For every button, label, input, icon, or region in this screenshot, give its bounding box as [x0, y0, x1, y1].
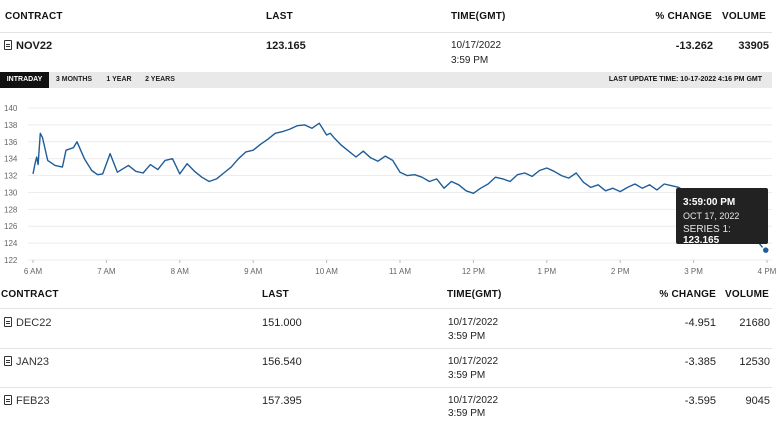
y-tick-label: 126 [4, 222, 18, 231]
contract-label: JAN23 [16, 356, 50, 368]
contract-label: DEC22 [16, 317, 52, 329]
header-last: LAST [266, 11, 293, 22]
change-value: -13.262 [675, 40, 713, 52]
contract-cell[interactable]: FEB23 [4, 395, 50, 407]
header-contract: CONTRACT [5, 11, 63, 22]
x-tick-label: 1 PM [537, 267, 556, 276]
date-value: 10/17/2022 [448, 356, 499, 367]
volume-value: 21680 [739, 317, 770, 329]
row-divider [0, 348, 772, 349]
tooltip-date: OCT 17, 2022 [683, 211, 740, 221]
chart-tooltip: 3:59:00 PM OCT 17, 2022 SERIES 1: 123.16… [676, 188, 768, 246]
y-tick-label: 124 [4, 239, 18, 248]
last-value: 151.000 [262, 317, 302, 329]
contract-cell[interactable]: NOV22 [4, 40, 52, 52]
header-divider [0, 32, 772, 33]
header-time: TIME(GMT) [447, 289, 502, 300]
contract-cell[interactable]: DEC22 [4, 317, 51, 329]
y-tick-label: 130 [4, 188, 18, 197]
contract-cell[interactable]: JAN23 [4, 356, 49, 368]
y-tick-label: 128 [4, 205, 18, 214]
last-value: 157.395 [262, 395, 302, 407]
y-tick-label: 136 [4, 138, 18, 147]
header-divider [0, 308, 772, 309]
x-tick-label: 9 AM [244, 267, 263, 276]
volume-value: 9045 [745, 395, 770, 407]
last-value: 123.165 [266, 40, 306, 52]
range-tab-bar: INTRADAY 3 MONTHS 1 YEAR 2 YEARS LAST UP… [0, 72, 772, 88]
x-tick-label: 4 PM [758, 267, 777, 276]
document-icon [4, 40, 12, 50]
tab-intraday[interactable]: INTRADAY [0, 72, 49, 88]
time-value: 3:59 PM [451, 55, 489, 66]
x-tick-label: 11 AM [389, 267, 411, 276]
row-divider [0, 387, 772, 388]
time-value: 3:59 PM [448, 408, 486, 419]
header-volume: VOLUME [722, 11, 766, 22]
y-tick-label: 140 [4, 104, 18, 113]
header-volume: VOLUME [725, 289, 769, 300]
tooltip-series-label: SERIES 1: [683, 224, 731, 235]
header-last: LAST [262, 289, 289, 300]
tab-2-years[interactable]: 2 YEARS [140, 72, 180, 88]
tooltip-series: SERIES 1: 123.165 [683, 224, 768, 246]
header-contract: CONTRACT [1, 289, 59, 300]
y-tick-label: 132 [4, 172, 18, 181]
y-tick-label: 134 [4, 155, 18, 164]
date-value: 10/17/2022 [451, 40, 502, 51]
header-change: % CHANGE [655, 11, 712, 22]
last-point-marker [761, 245, 771, 255]
volume-value: 12530 [739, 356, 770, 368]
change-value: -3.385 [684, 356, 716, 368]
price-chart[interactable]: 140 138 136 134 132 130 128 126 124 122 6 AM 7 AM 8 … [0, 95, 780, 280]
date-value: 10/17/2022 [448, 317, 499, 328]
x-tick-label: 12 PM [462, 267, 485, 276]
x-tick-label: 2 PM [611, 267, 630, 276]
volume-value: 33905 [738, 40, 769, 52]
x-tick-label: 6 AM [24, 267, 43, 276]
x-tick-label: 7 AM [97, 267, 116, 276]
y-tick-label: 122 [4, 256, 18, 265]
last-update-time: LAST UPDATE TIME: 10-17-2022 4:16 PM GMT [608, 76, 762, 83]
header-time: TIME(GMT) [451, 11, 506, 22]
document-icon [4, 395, 12, 405]
x-tick-label: 3 PM [684, 267, 703, 276]
change-value: -3.595 [684, 395, 716, 407]
y-tick-label: 138 [4, 121, 18, 130]
x-tick-label: 8 AM [171, 267, 190, 276]
tab-3-months[interactable]: 3 MONTHS [52, 72, 96, 88]
last-value: 156.540 [262, 356, 302, 368]
document-icon [4, 356, 12, 366]
x-tick-label: 10 AM [315, 267, 338, 276]
date-value: 10/17/2022 [448, 395, 499, 406]
tab-1-year[interactable]: 1 YEAR [102, 72, 136, 88]
tooltip-time: 3:59:00 PM [683, 197, 736, 208]
tooltip-series-value: 123.165 [683, 235, 720, 246]
time-value: 3:59 PM [448, 370, 486, 381]
contract-label: NOV22 [16, 40, 53, 52]
document-icon [4, 317, 12, 327]
time-value: 3:59 PM [448, 331, 486, 342]
header-change: % CHANGE [659, 289, 716, 300]
change-value: -4.951 [684, 317, 716, 329]
contract-label: FEB23 [16, 395, 50, 407]
